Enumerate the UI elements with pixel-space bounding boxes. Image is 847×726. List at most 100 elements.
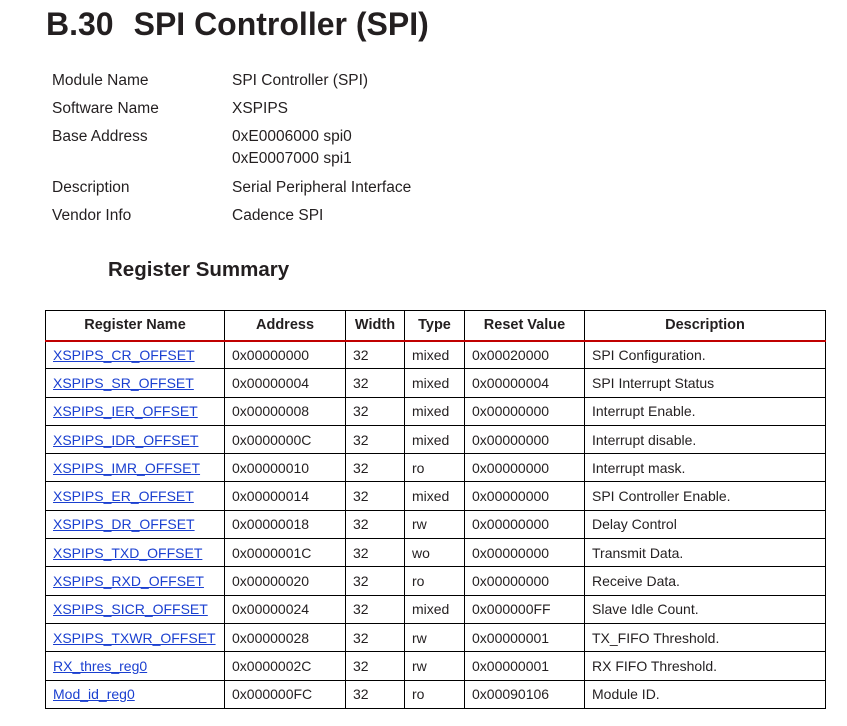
width-cell: 32 bbox=[345, 453, 405, 483]
column-header-width: Width bbox=[345, 310, 405, 342]
register-name-link[interactable]: XSPIPS_TXD_OFFSET bbox=[53, 545, 202, 561]
description-cell: Interrupt mask. bbox=[584, 453, 826, 483]
module-info-table: Module Name SPI Controller (SPI) Softwar… bbox=[52, 70, 411, 227]
register-row: XSPIPS_IMR_OFFSET 0x00000010 32 ro 0x000… bbox=[45, 453, 826, 483]
address-cell: 0x000000FC bbox=[224, 679, 346, 709]
register-name-cell: XSPIPS_SICR_OFFSET bbox=[45, 594, 225, 624]
register-name-link[interactable]: RX_thres_reg0 bbox=[53, 658, 147, 674]
register-row: XSPIPS_TXWR_OFFSET 0x00000028 32 rw 0x00… bbox=[45, 622, 826, 653]
address-cell: 0x0000002C bbox=[224, 651, 346, 681]
register-name-cell: XSPIPS_TXWR_OFFSET bbox=[45, 622, 225, 653]
type-cell: ro bbox=[404, 453, 465, 483]
register-name-link[interactable]: XSPIPS_TXWR_OFFSET bbox=[53, 630, 216, 646]
register-row: XSPIPS_RXD_OFFSET 0x00000020 32 ro 0x000… bbox=[45, 566, 826, 596]
info-label-software-name: Software Name bbox=[52, 100, 159, 118]
type-cell: wo bbox=[404, 538, 465, 568]
reset-value-cell: 0x000000FF bbox=[464, 594, 585, 624]
reset-value-cell: 0x00000000 bbox=[464, 424, 585, 455]
reset-value-cell: 0x00000000 bbox=[464, 396, 585, 426]
register-row: XSPIPS_IER_OFFSET 0x00000008 32 mixed 0x… bbox=[45, 396, 826, 426]
type-cell: rw bbox=[404, 651, 465, 681]
register-row: XSPIPS_IDR_OFFSET 0x0000000C 32 mixed 0x… bbox=[45, 424, 826, 455]
description-cell: RX FIFO Threshold. bbox=[584, 651, 826, 681]
register-name-link[interactable]: XSPIPS_RXD_OFFSET bbox=[53, 573, 204, 589]
reset-value-cell: 0x00000000 bbox=[464, 509, 585, 540]
reset-value-cell: 0x00000000 bbox=[464, 453, 585, 483]
register-row: XSPIPS_ER_OFFSET 0x00000014 32 mixed 0x0… bbox=[45, 481, 826, 511]
info-label-module-name: Module Name bbox=[52, 72, 149, 89]
address-cell: 0x00000010 bbox=[224, 453, 346, 483]
width-cell: 32 bbox=[345, 651, 405, 681]
type-cell: mixed bbox=[404, 368, 465, 398]
section-number: B.30 bbox=[46, 6, 114, 42]
reset-value-cell: 0x00020000 bbox=[464, 339, 585, 370]
description-cell: Receive Data. bbox=[584, 566, 826, 596]
type-cell: mixed bbox=[404, 481, 465, 511]
address-cell: 0x00000008 bbox=[224, 396, 346, 426]
address-cell: 0x00000004 bbox=[224, 368, 346, 398]
register-name-cell: XSPIPS_IDR_OFFSET bbox=[45, 424, 225, 455]
description-cell: TX_FIFO Threshold. bbox=[584, 622, 826, 653]
register-name-link[interactable]: XSPIPS_IMR_OFFSET bbox=[53, 460, 200, 476]
register-name-cell: Mod_id_reg0 bbox=[45, 679, 225, 709]
register-name-link[interactable]: XSPIPS_IER_OFFSET bbox=[53, 403, 198, 419]
info-value-base-address: 0xE0006000 spi0 0xE0007000 spi1 bbox=[232, 126, 411, 170]
width-cell: 32 bbox=[345, 368, 405, 398]
address-cell: 0x00000014 bbox=[224, 481, 346, 511]
address-cell: 0x00000024 bbox=[224, 594, 346, 624]
column-header-type: Type bbox=[404, 310, 465, 342]
type-cell: ro bbox=[404, 679, 465, 709]
type-cell: mixed bbox=[404, 396, 465, 426]
info-value-software-name: XSPIPS bbox=[232, 100, 288, 118]
info-label-vendor-info: Vendor Info bbox=[52, 206, 132, 224]
type-cell: rw bbox=[404, 509, 465, 540]
register-name-link[interactable]: XSPIPS_SR_OFFSET bbox=[53, 375, 194, 391]
address-cell: 0x00000018 bbox=[224, 509, 346, 540]
register-name-link[interactable]: Mod_id_reg0 bbox=[53, 686, 135, 702]
address-cell: 0x00000020 bbox=[224, 566, 346, 596]
address-cell: 0x0000001C bbox=[224, 538, 346, 568]
width-cell: 32 bbox=[345, 566, 405, 596]
register-name-link[interactable]: XSPIPS_ER_OFFSET bbox=[53, 488, 194, 504]
description-cell: SPI Controller Enable. bbox=[584, 481, 826, 511]
register-name-cell: XSPIPS_IER_OFFSET bbox=[45, 396, 225, 426]
register-row: XSPIPS_SR_OFFSET 0x00000004 32 mixed 0x0… bbox=[45, 368, 826, 398]
column-header-register-name: Register Name bbox=[45, 310, 225, 342]
address-cell: 0x00000000 bbox=[224, 339, 346, 370]
register-name-link[interactable]: XSPIPS_DR_OFFSET bbox=[53, 516, 195, 532]
register-name-cell: XSPIPS_ER_OFFSET bbox=[45, 481, 225, 511]
width-cell: 32 bbox=[345, 679, 405, 709]
register-name-link[interactable]: XSPIPS_SICR_OFFSET bbox=[53, 601, 208, 617]
width-cell: 32 bbox=[345, 424, 405, 455]
register-row: Mod_id_reg0 0x000000FC 32 ro 0x00090106 … bbox=[45, 679, 826, 709]
section-title: B.30 SPI Controller (SPI) bbox=[46, 8, 429, 40]
register-summary-table: Register Name Address Width Type Reset V… bbox=[45, 310, 826, 709]
base-address-spi0: 0xE0006000 spi0 bbox=[232, 128, 352, 146]
description-cell: SPI Configuration. bbox=[584, 339, 826, 370]
type-cell: rw bbox=[404, 622, 465, 653]
register-name-cell: XSPIPS_DR_OFFSET bbox=[45, 509, 225, 540]
register-summary-heading: Register Summary bbox=[108, 258, 290, 281]
width-cell: 32 bbox=[345, 339, 405, 370]
register-name-link[interactable]: XSPIPS_IDR_OFFSET bbox=[53, 432, 198, 448]
description-cell: Interrupt Enable. bbox=[584, 396, 826, 426]
width-cell: 32 bbox=[345, 481, 405, 511]
width-cell: 32 bbox=[345, 594, 405, 624]
reset-value-cell: 0x00000000 bbox=[464, 566, 585, 596]
register-row: XSPIPS_TXD_OFFSET 0x0000001C 32 wo 0x000… bbox=[45, 538, 826, 568]
address-cell: 0x00000028 bbox=[224, 622, 346, 653]
reset-value-cell: 0x00000004 bbox=[464, 368, 585, 398]
register-name-cell: XSPIPS_IMR_OFFSET bbox=[45, 453, 225, 483]
description-cell: Interrupt disable. bbox=[584, 424, 826, 455]
info-value-module-name: SPI Controller (SPI) bbox=[232, 72, 369, 89]
info-value-description: Serial Peripheral Interface bbox=[232, 178, 412, 196]
type-cell: mixed bbox=[404, 424, 465, 455]
register-name-link[interactable]: XSPIPS_CR_OFFSET bbox=[53, 347, 195, 363]
register-row: RX_thres_reg0 0x0000002C 32 rw 0x0000000… bbox=[45, 651, 826, 681]
document-page: B.30 SPI Controller (SPI) Module Name SPI… bbox=[0, 0, 847, 726]
table-header-row: Register Name Address Width Type Reset V… bbox=[45, 310, 826, 342]
reset-value-cell: 0x00000001 bbox=[464, 622, 585, 653]
register-name-cell: XSPIPS_SR_OFFSET bbox=[45, 368, 225, 398]
register-name-cell: XSPIPS_RXD_OFFSET bbox=[45, 566, 225, 596]
column-header-address: Address bbox=[224, 310, 346, 342]
